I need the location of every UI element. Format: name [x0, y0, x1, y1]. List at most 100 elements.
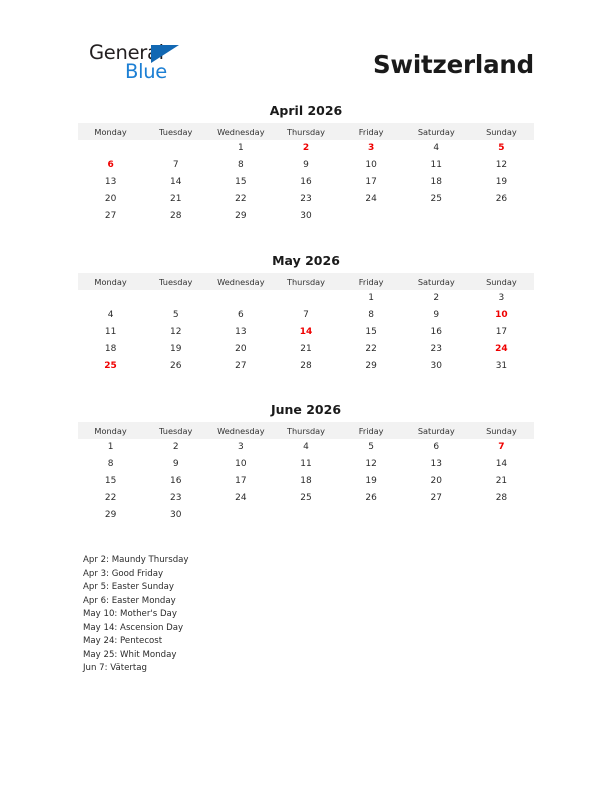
calendar-day[interactable]: 4	[404, 140, 469, 157]
calendar-day[interactable]: 15	[208, 174, 273, 191]
calendar-day[interactable]: 12	[143, 324, 208, 341]
calendar-day[interactable]: 30	[273, 207, 338, 224]
calendar-day[interactable]: 18	[404, 174, 469, 191]
calendar-day[interactable]: 5	[339, 439, 404, 456]
calendar-day[interactable]: 2	[404, 290, 469, 307]
calendar-day[interactable]: 12	[339, 456, 404, 473]
calendar-day[interactable]: 25	[404, 190, 469, 207]
calendar-day[interactable]: 23	[404, 340, 469, 357]
calendar-day[interactable]: 29	[208, 207, 273, 224]
calendar-day[interactable]: 22	[339, 340, 404, 357]
calendar-day[interactable]: 26	[469, 190, 534, 207]
calendar-day[interactable]: 28	[143, 207, 208, 224]
calendar-day[interactable]: 19	[143, 340, 208, 357]
calendar-day-holiday[interactable]: 7	[469, 439, 534, 456]
calendar-day[interactable]: 19	[469, 174, 534, 191]
holiday-legend-item: May 25: Whit Monday	[83, 649, 177, 660]
calendar-day[interactable]: 28	[469, 489, 534, 506]
general-blue-logo[interactable]: General Blue	[89, 42, 209, 88]
calendar-day-holiday[interactable]: 5	[469, 140, 534, 157]
calendar-day[interactable]: 29	[78, 506, 143, 523]
calendar-day[interactable]: 18	[273, 473, 338, 490]
calendar-day[interactable]: 11	[273, 456, 338, 473]
calendar-day[interactable]: 7	[143, 157, 208, 174]
calendar-day-holiday[interactable]: 6	[78, 157, 143, 174]
calendar-day[interactable]: 11	[78, 324, 143, 341]
calendar-day[interactable]: 8	[208, 157, 273, 174]
calendar-day[interactable]: 23	[143, 489, 208, 506]
calendar-day[interactable]: 7	[273, 307, 338, 324]
calendar-day[interactable]: 12	[469, 157, 534, 174]
calendar-day[interactable]: 30	[404, 357, 469, 374]
calendar-day[interactable]: 4	[78, 307, 143, 324]
calendar-day[interactable]: 22	[78, 489, 143, 506]
calendar-day[interactable]: 1	[208, 140, 273, 157]
calendar-day[interactable]: 16	[143, 473, 208, 490]
calendar-day[interactable]: 16	[404, 324, 469, 341]
calendar-day[interactable]: 13	[208, 324, 273, 341]
calendar-day[interactable]: 17	[208, 473, 273, 490]
calendar-day[interactable]: 16	[273, 174, 338, 191]
calendar-week-row: 22 23 24 25 26 27 28	[78, 489, 534, 506]
calendar-day[interactable]: 28	[273, 357, 338, 374]
calendar-day[interactable]: 27	[78, 207, 143, 224]
calendar-day[interactable]: 6	[404, 439, 469, 456]
calendar-day-holiday[interactable]: 25	[78, 357, 143, 374]
calendar-day[interactable]: 27	[208, 357, 273, 374]
weekday-header-sunday: Sunday	[468, 273, 534, 290]
calendar-day[interactable]: 24	[339, 190, 404, 207]
calendar-day[interactable]: 20	[78, 190, 143, 207]
calendar-day[interactable]: 9	[273, 157, 338, 174]
calendar-day[interactable]: 14	[143, 174, 208, 191]
calendar-day[interactable]: 24	[208, 489, 273, 506]
calendar-day[interactable]: 10	[208, 456, 273, 473]
calendar-day[interactable]: 17	[469, 324, 534, 341]
calendar-day[interactable]: 14	[469, 456, 534, 473]
calendar-day[interactable]: 30	[143, 506, 208, 523]
calendar-day-holiday[interactable]: 14	[273, 324, 338, 341]
calendar-day[interactable]: 27	[404, 489, 469, 506]
calendar-day[interactable]: 3	[208, 439, 273, 456]
calendar-day[interactable]: 31	[469, 357, 534, 374]
calendar-day[interactable]: 17	[339, 174, 404, 191]
calendar-day[interactable]: 9	[143, 456, 208, 473]
calendar-day[interactable]: 29	[339, 357, 404, 374]
calendar-day[interactable]: 5	[143, 307, 208, 324]
weekday-header-monday: Monday	[78, 422, 144, 439]
calendar-day[interactable]: 20	[404, 473, 469, 490]
calendar-day[interactable]: 26	[143, 357, 208, 374]
calendar-day[interactable]: 2	[143, 439, 208, 456]
calendar-day[interactable]: 4	[273, 439, 338, 456]
calendar-day[interactable]: 1	[78, 439, 143, 456]
calendar-day-holiday[interactable]: 10	[469, 307, 534, 324]
calendar-day[interactable]: 26	[339, 489, 404, 506]
calendar-day[interactable]: 15	[339, 324, 404, 341]
calendar-day[interactable]: 15	[78, 473, 143, 490]
calendar-day[interactable]: 18	[78, 340, 143, 357]
calendar-day[interactable]: 1	[339, 290, 404, 307]
calendar-table-may: Monday Tuesday Wednesday Thursday Friday Satu…	[78, 273, 534, 374]
calendar-day[interactable]: 9	[404, 307, 469, 324]
calendar-day[interactable]: 11	[404, 157, 469, 174]
calendar-day[interactable]: 13	[404, 456, 469, 473]
calendar-day-holiday[interactable]: 2	[273, 140, 338, 157]
calendar-day[interactable]: 20	[208, 340, 273, 357]
calendar-day[interactable]: 22	[208, 190, 273, 207]
calendar-day[interactable]: 10	[339, 157, 404, 174]
calendar-day-empty	[273, 290, 338, 307]
calendar-day[interactable]: 21	[469, 473, 534, 490]
calendar-day[interactable]: 21	[273, 340, 338, 357]
calendar-day[interactable]: 19	[339, 473, 404, 490]
calendar-day-holiday[interactable]: 3	[339, 140, 404, 157]
calendar-day[interactable]: 25	[273, 489, 338, 506]
weekday-header-monday: Monday	[78, 123, 144, 140]
calendar-day[interactable]: 6	[208, 307, 273, 324]
calendar-day[interactable]: 13	[78, 174, 143, 191]
calendar-day-holiday[interactable]: 24	[469, 340, 534, 357]
calendar-day[interactable]: 3	[469, 290, 534, 307]
holiday-legend-item: Apr 6: Easter Monday	[83, 595, 176, 606]
calendar-day[interactable]: 21	[143, 190, 208, 207]
calendar-day[interactable]: 8	[339, 307, 404, 324]
calendar-day[interactable]: 8	[78, 456, 143, 473]
calendar-day[interactable]: 23	[273, 190, 338, 207]
